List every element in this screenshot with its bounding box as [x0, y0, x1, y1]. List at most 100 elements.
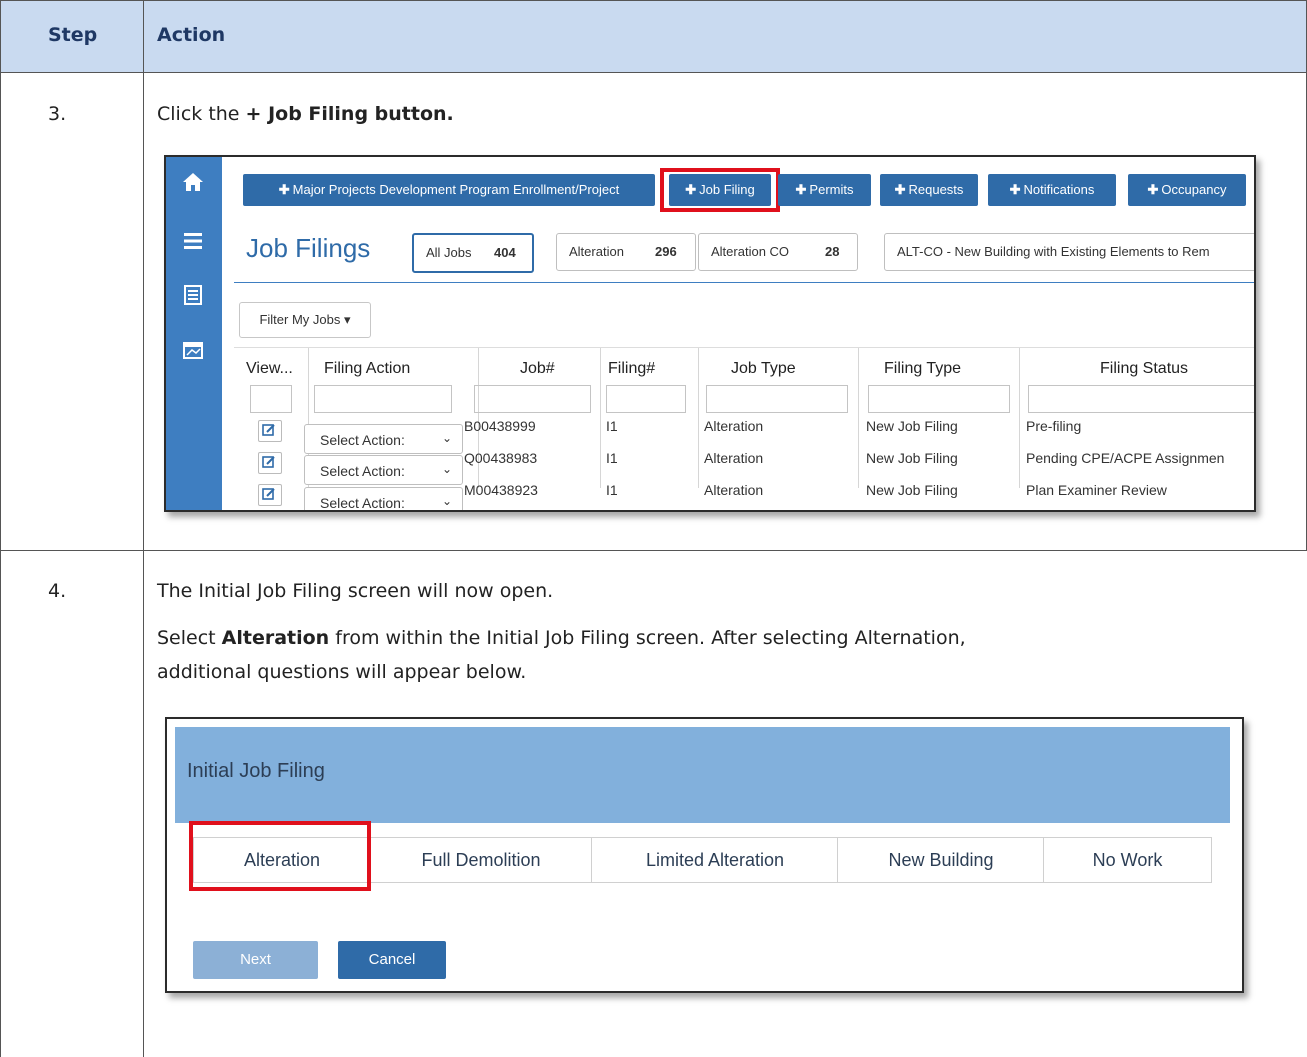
filing-type: New Job Filing: [866, 482, 958, 498]
edit-icon[interactable]: [258, 452, 282, 474]
filing-number: I1: [606, 418, 618, 434]
button-label: Permits: [809, 182, 854, 197]
column-header-filing-type[interactable]: Filing Type: [884, 360, 961, 378]
filing-type: New Job Filing: [866, 450, 958, 466]
initial-job-filing-screenshot: Initial Job Filing Alteration Full Demol…: [165, 717, 1244, 993]
instruction-emphasis: Alteration: [221, 627, 330, 649]
modal-title: Initial Job Filing: [187, 760, 325, 782]
filing-number-filter-input[interactable]: [606, 385, 686, 413]
instruction-emphasis: + Job Filing button.: [245, 103, 454, 125]
table-row: Select Action: ⌄ M00438923 I1 Alteration …: [234, 482, 1254, 510]
column-header-filing-status[interactable]: Filing Status: [1100, 360, 1188, 378]
edit-icon[interactable]: [258, 420, 282, 442]
plus-icon: ✚: [795, 182, 807, 197]
chip-label: Alteration: [569, 244, 624, 259]
filing-type: New Job Filing: [866, 418, 958, 434]
title-divider: [234, 282, 1254, 283]
select-action-dropdown[interactable]: Select Action: ⌄: [304, 487, 463, 510]
caret-down-icon: ▾: [344, 312, 351, 327]
button-label: Occupancy: [1161, 182, 1227, 197]
step-instruction: additional questions will appear below.: [157, 661, 527, 683]
highlight-box: [660, 168, 780, 212]
highlight-box: [189, 821, 371, 891]
column-header-job-number[interactable]: Job#: [520, 360, 555, 378]
chip-alteration[interactable]: Alteration 296: [556, 233, 696, 271]
column-header-filing-number[interactable]: Filing#: [608, 360, 655, 378]
chevron-down-icon: ⌄: [441, 431, 452, 445]
table-row: Select Action: ⌄ Q00438983 I1 Alteration …: [234, 450, 1254, 485]
menu-icon[interactable]: [180, 230, 206, 256]
job-number[interactable]: M00438923: [464, 482, 538, 498]
filing-number: I1: [606, 450, 618, 466]
filter-label: Filter My Jobs: [259, 312, 341, 327]
option-new-building[interactable]: New Building: [837, 837, 1045, 883]
filter-my-jobs-button[interactable]: Filter My Jobs ▾: [239, 302, 371, 338]
filing-type-filter-input[interactable]: [868, 385, 1010, 413]
filing-status-filter-input[interactable]: [1028, 385, 1254, 413]
modal-header: Initial Job Filing: [175, 727, 1230, 823]
screen-icon[interactable]: [180, 340, 206, 366]
chip-count: 28: [825, 244, 840, 259]
job-filings-screenshot: ✚ Major Projects Development Program Enro…: [164, 155, 1256, 512]
option-full-demolition[interactable]: Full Demolition: [369, 837, 593, 883]
instruction-text: from within the Initial Job Filing scree…: [329, 627, 966, 649]
button-label: Requests: [908, 182, 964, 197]
add-permits-button[interactable]: ✚ Permits: [778, 174, 871, 206]
next-button[interactable]: Next: [193, 941, 318, 979]
chip-alteration-co[interactable]: Alteration CO 28: [698, 233, 858, 271]
plus-icon: ✚: [894, 182, 906, 197]
job-filings-grid: View... Filing Action Job# Filing# Job T…: [234, 347, 1254, 510]
instruction-text: Click the: [157, 103, 246, 125]
step-number: 3.: [48, 103, 67, 125]
step-instruction: Click the + Job Filing button.: [157, 103, 454, 125]
job-type-filter-input[interactable]: [706, 385, 848, 413]
home-icon[interactable]: [180, 171, 206, 197]
job-type: Alteration: [704, 450, 764, 466]
view-filter-input[interactable]: [250, 385, 292, 413]
step-column-header: Step: [48, 24, 98, 46]
option-no-work[interactable]: No Work: [1043, 837, 1212, 883]
chip-label: All Jobs: [426, 245, 472, 260]
chip-alt-co-new-building[interactable]: ALT-CO - New Building with Existing Elem…: [884, 233, 1254, 271]
list-icon[interactable]: [180, 284, 206, 310]
table-row: Select Action: ⌄ B00438999 I1 Alteration …: [234, 418, 1254, 454]
select-label: Select Action:: [320, 432, 405, 448]
plus-icon: ✚: [278, 182, 290, 197]
column-header-job-type[interactable]: Job Type: [731, 360, 796, 378]
chevron-down-icon: ⌄: [441, 462, 452, 476]
select-action-dropdown[interactable]: Select Action: ⌄: [304, 455, 463, 485]
job-type: Alteration: [704, 482, 764, 498]
step-number: 4.: [48, 580, 67, 602]
chip-count: 296: [655, 244, 677, 259]
chip-count: 404: [494, 245, 516, 260]
select-label: Select Action:: [320, 463, 405, 479]
option-limited-alteration[interactable]: Limited Alteration: [591, 837, 839, 883]
add-major-projects-button[interactable]: ✚ Major Projects Development Program Enro…: [243, 174, 655, 206]
filing-number: I1: [606, 482, 618, 498]
plus-icon: ✚: [1009, 182, 1021, 197]
job-number[interactable]: Q00438983: [464, 450, 537, 466]
chip-label: Alteration CO: [711, 244, 790, 259]
edit-icon[interactable]: [258, 484, 282, 506]
action-column-header: Action: [157, 24, 226, 46]
job-type: Alteration: [704, 418, 764, 434]
add-occupancy-button[interactable]: ✚ Occupancy: [1128, 174, 1246, 206]
page-title: Job Filings: [246, 233, 371, 263]
step-instruction: Select Alteration from within the Initia…: [157, 627, 966, 649]
chip-all-jobs[interactable]: All Jobs 404: [412, 233, 534, 273]
filing-action-filter-input[interactable]: [314, 385, 452, 413]
filing-status: Pre-filing: [1026, 418, 1082, 434]
cancel-button[interactable]: Cancel: [338, 941, 446, 979]
add-notifications-button[interactable]: ✚ Notifications: [988, 174, 1116, 206]
chip-label: ALT-CO - New Building with Existing Elem…: [897, 244, 1210, 259]
side-navigation-rail: [166, 157, 222, 510]
button-label: Notifications: [1023, 182, 1095, 197]
column-header-filing-action[interactable]: Filing Action: [324, 360, 410, 378]
filing-status: Plan Examiner Review: [1026, 482, 1167, 498]
column-header-view[interactable]: View...: [246, 360, 293, 378]
add-requests-button[interactable]: ✚ Requests: [880, 174, 978, 206]
button-label: Major Projects Development Program Enrol…: [292, 182, 620, 197]
job-number[interactable]: B00438999: [464, 418, 536, 434]
filing-status: Pending CPE/ACPE Assignmen: [1026, 450, 1225, 466]
job-number-filter-input[interactable]: [474, 385, 591, 413]
